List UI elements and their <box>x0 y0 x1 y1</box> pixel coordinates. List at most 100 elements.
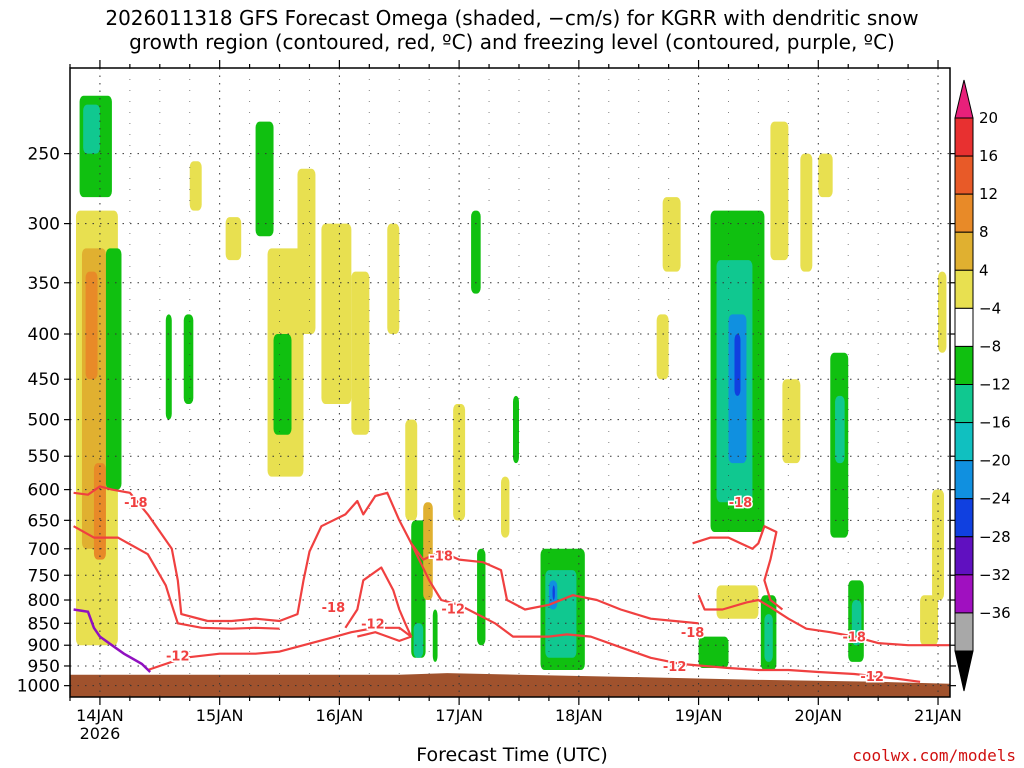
x-tick-label: 21JAN <box>914 706 962 725</box>
omega-shaded-cell <box>432 609 438 662</box>
contour-label: -18 <box>681 626 705 641</box>
contour-label: -18 <box>322 601 346 616</box>
omega-shaded-cell <box>552 585 555 601</box>
y-tick-label: 800 <box>28 591 60 611</box>
colorbar-label: 4 <box>979 261 989 279</box>
omega-shaded-cell <box>938 271 947 353</box>
y-tick-label: 250 <box>28 145 60 165</box>
colorbar-bottom-arrow <box>954 650 974 692</box>
omega-shaded-cell <box>405 419 418 521</box>
omega-shaded-cell <box>782 379 801 464</box>
omega-shaded-cell <box>351 271 370 435</box>
colorbar-bin <box>954 536 974 576</box>
colorbar-label: 12 <box>979 185 998 203</box>
colorbar-label: −16 <box>979 414 1011 432</box>
x-tick-sublabel: 2026 <box>80 724 121 743</box>
colorbar-bin <box>954 384 974 424</box>
y-tick-label: 700 <box>28 540 60 560</box>
colorbar-label: −20 <box>979 452 1011 470</box>
contour-label: -12 <box>361 617 385 632</box>
colorbar-top-arrow <box>954 79 974 119</box>
colorbar-label: −12 <box>979 376 1011 394</box>
colorbar-label: −32 <box>979 566 1011 584</box>
omega-shaded-cell <box>165 314 172 420</box>
y-tick-label: 650 <box>28 511 60 531</box>
contour-label: -12 <box>166 650 190 665</box>
contour-label: -12 <box>663 660 687 675</box>
omega-shaded-cell <box>321 223 352 404</box>
colorbar-bin <box>954 345 974 385</box>
x-tick-label: 16JAN <box>316 706 364 725</box>
y-tick-label: 450 <box>28 370 60 390</box>
x-tick-label: 14JAN <box>76 706 124 725</box>
omega-shaded-cell <box>662 197 681 272</box>
omega-shaded-cell <box>105 248 122 490</box>
colorbar-label: −4 <box>979 299 1001 317</box>
colorbar-bin <box>954 307 974 347</box>
x-tick-label: 15JAN <box>196 706 244 725</box>
contour-label: -18 <box>429 549 453 564</box>
colorbar-bin <box>954 498 974 538</box>
colorbar-label: 20 <box>979 109 998 127</box>
omega-shaded-cell <box>297 168 316 335</box>
omega-shaded-cell <box>800 153 813 272</box>
omega-shaded-cell <box>770 121 789 261</box>
omega-shaded-cell <box>189 161 202 211</box>
contour-label: -18 <box>124 496 148 511</box>
colorbar-bin <box>954 117 974 157</box>
omega-shaded-cell <box>920 595 939 646</box>
contour-label: -18 <box>842 631 866 646</box>
omega-time-height-chart: -18 -18 -12 -18 -12 -12 -18 -12 -18 -18 -12 250 300 3… <box>17 60 1011 743</box>
colorbar-bin <box>954 460 974 500</box>
y-tick-label: 550 <box>28 447 60 467</box>
y-tick-label: 300 <box>28 215 60 235</box>
x-tick-label: 17JAN <box>435 706 483 725</box>
y-tick-label: 950 <box>28 657 60 677</box>
omega-shaded-cell <box>656 314 669 380</box>
colorbar-bin <box>954 231 974 271</box>
omega-shaded-cell <box>835 395 845 464</box>
y-tick-label: 750 <box>28 566 60 586</box>
y-tick-label: 1000 <box>17 677 60 697</box>
contour-label: -12 <box>860 670 884 685</box>
colorbar: 20 16 12 8 4 −4 −8 −12 −16 −20 −24 −28 −32 −36 <box>954 79 1011 692</box>
omega-shaded-cell <box>512 395 519 464</box>
y-tick-label: 600 <box>28 481 60 501</box>
colorbar-bin <box>954 612 974 652</box>
colorbar-bin <box>954 269 974 309</box>
y-tick-label: 850 <box>28 614 60 634</box>
colorbar-label: −36 <box>979 604 1011 622</box>
omega-shaded-cell <box>413 623 424 658</box>
omega-shaded-cell <box>83 104 100 154</box>
omega-shaded-cell <box>764 614 773 662</box>
omega-shaded-cell <box>471 210 481 294</box>
x-tick-label: 18JAN <box>555 706 603 725</box>
colorbar-label: 16 <box>979 147 998 165</box>
omega-shaded-cell <box>698 636 729 668</box>
omega-shaded-cell <box>818 153 833 198</box>
omega-shaded-cell <box>255 121 274 237</box>
contour-label: -12 <box>441 603 465 618</box>
omega-shaded-cell <box>932 489 945 601</box>
colorbar-label: −28 <box>979 528 1011 546</box>
y-tick-label: 900 <box>28 636 60 656</box>
y-tick-label: 350 <box>28 274 60 294</box>
omega-shaded-cell <box>734 334 741 396</box>
x-tick-label: 19JAN <box>675 706 723 725</box>
colorbar-bin <box>954 422 974 462</box>
colorbar-bin <box>954 574 974 614</box>
contour-label: -18 <box>729 496 753 511</box>
colorbar-bin <box>954 155 974 195</box>
omega-shaded-cell <box>501 476 510 538</box>
colorbar-label: −8 <box>979 337 1001 355</box>
colorbar-label: 8 <box>979 223 989 241</box>
y-tick-label: 500 <box>28 411 60 431</box>
source-credit: coolwx.com/models <box>852 746 1016 765</box>
colorbar-bin <box>954 193 974 233</box>
omega-shaded-cell <box>183 314 194 404</box>
colorbar-label: −24 <box>979 490 1011 508</box>
y-tick-label: 400 <box>28 325 60 345</box>
x-tick-label: 20JAN <box>794 706 842 725</box>
omega-shaded-cell <box>387 223 400 335</box>
omega-shaded-cell <box>85 271 98 380</box>
